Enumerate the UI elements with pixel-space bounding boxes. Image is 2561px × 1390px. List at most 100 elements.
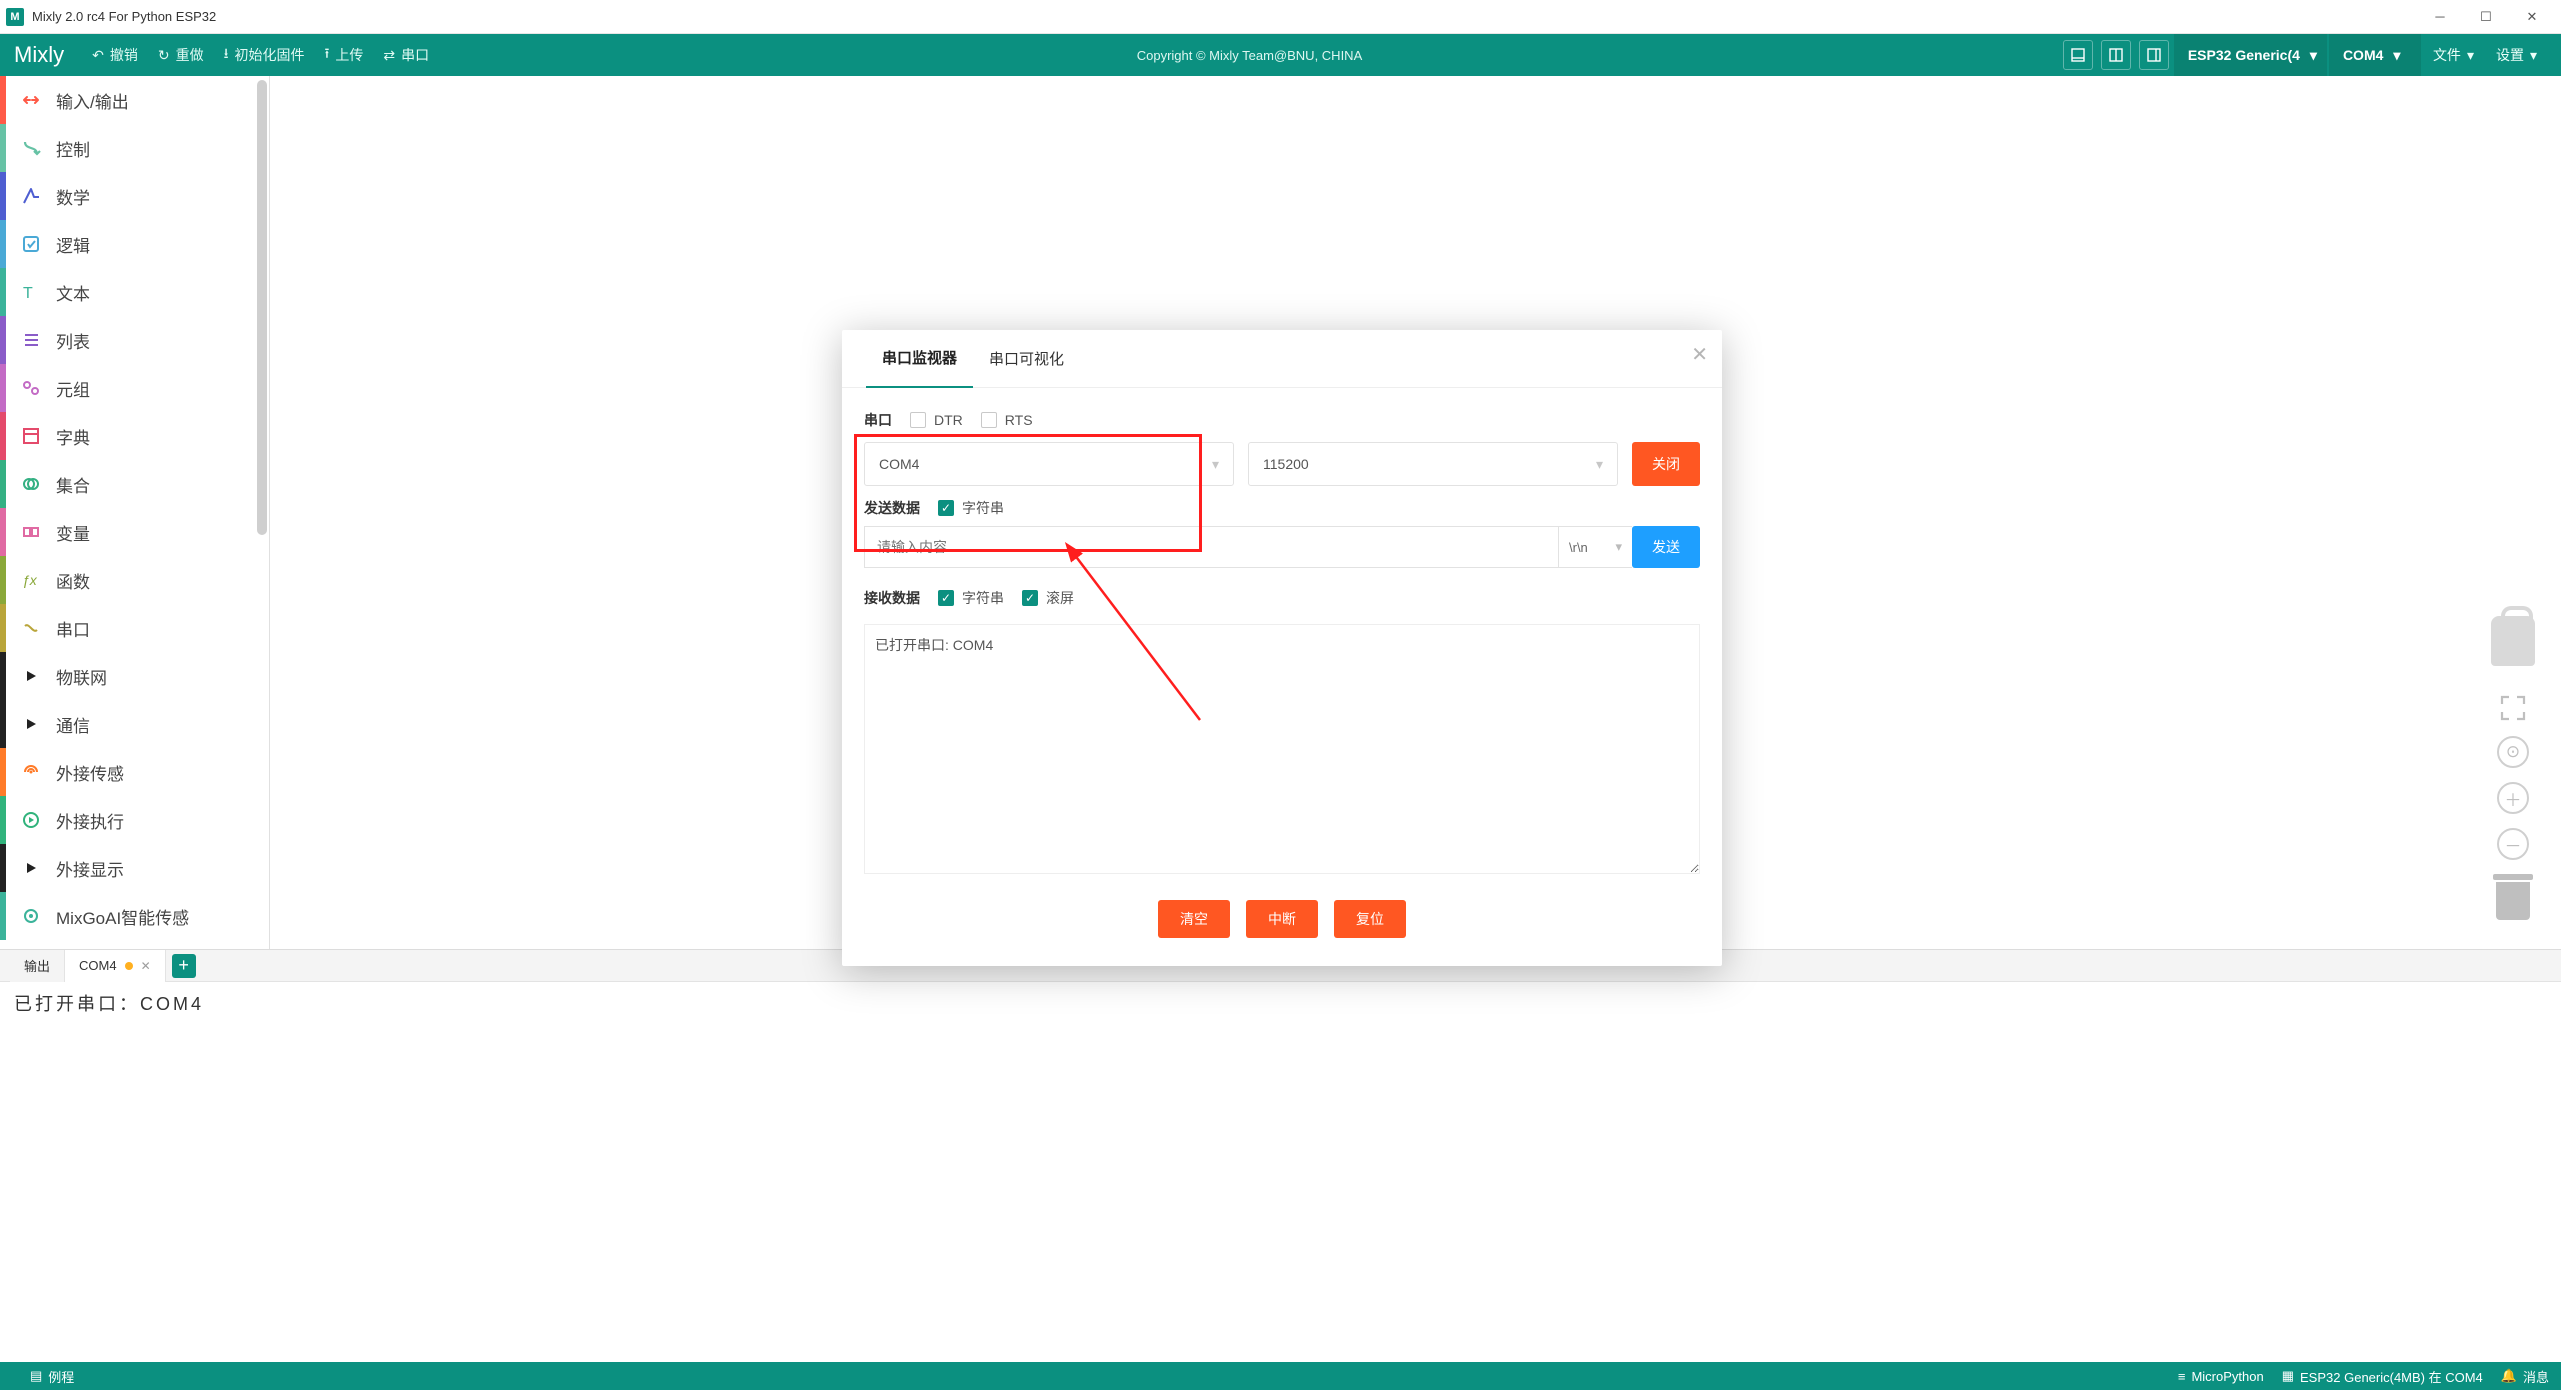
serial-button[interactable]: ⇄ 串口 bbox=[373, 34, 439, 76]
status-example-label: 例程 bbox=[48, 1367, 74, 1386]
upload-button[interactable]: ⭱ 上传 bbox=[314, 34, 373, 76]
receive-textarea[interactable]: 已打开串口: COM4 bbox=[864, 624, 1700, 874]
add-tab-button[interactable]: + bbox=[172, 954, 196, 978]
status-example[interactable]: ▤ 例程 bbox=[30, 1367, 74, 1386]
send-button[interactable]: 发送 bbox=[1632, 526, 1700, 568]
interrupt-button[interactable]: 中断 bbox=[1246, 900, 1318, 938]
trash-icon[interactable] bbox=[2493, 874, 2533, 920]
annotation-red-box bbox=[854, 434, 1202, 552]
dtr-checkbox[interactable]: DTR bbox=[910, 412, 963, 428]
rts-checkbox[interactable]: RTS bbox=[981, 412, 1033, 428]
zoom-in-button[interactable]: ＋ bbox=[2497, 782, 2529, 814]
category-tuple[interactable]: 元组 bbox=[0, 364, 269, 412]
settings-menu[interactable]: 设置 ▾ bbox=[2486, 45, 2547, 65]
redo-icon: ↻ bbox=[158, 47, 170, 64]
window-title: Mixly 2.0 rc4 For Python ESP32 bbox=[32, 9, 216, 24]
status-messages-label: 消息 bbox=[2523, 1367, 2549, 1386]
interrupt-label: 中断 bbox=[1268, 911, 1296, 927]
dialog-tab-visual[interactable]: 串口可视化 bbox=[973, 330, 1080, 388]
eol-select[interactable]: \r\n ▾ bbox=[1558, 526, 1632, 568]
category-label: 文本 bbox=[56, 280, 90, 305]
file-menu[interactable]: 文件 ▾ bbox=[2423, 45, 2484, 65]
category-logic[interactable]: 逻辑 bbox=[0, 220, 269, 268]
category-label: 串口 bbox=[56, 616, 90, 641]
recv-string-checkbox[interactable]: ✓ 字符串 bbox=[938, 588, 1004, 608]
baud-dropdown[interactable]: 115200 ▾ bbox=[1248, 442, 1618, 486]
category-icon bbox=[20, 137, 42, 159]
category-func[interactable]: ƒx函数 bbox=[0, 556, 269, 604]
category-label: 逻辑 bbox=[56, 232, 90, 257]
category-math[interactable]: 数学 bbox=[0, 172, 269, 220]
clear-button[interactable]: 清空 bbox=[1158, 900, 1230, 938]
window-close-button[interactable]: ✕ bbox=[2509, 1, 2555, 33]
category-tri[interactable]: 通信 bbox=[0, 700, 269, 748]
upload-icon: ⭱ bbox=[324, 43, 329, 67]
undo-button[interactable]: ↶ 撤销 bbox=[82, 34, 148, 76]
checkbox-checked-icon: ✓ bbox=[1022, 590, 1038, 606]
layout-icon-3[interactable] bbox=[2139, 40, 2169, 70]
category-label: 数学 bbox=[56, 184, 90, 209]
category-icon bbox=[20, 89, 42, 111]
close-port-button[interactable]: 关闭 bbox=[1632, 442, 1700, 486]
chevron-down-icon: ▾ bbox=[1212, 456, 1219, 473]
status-messages[interactable]: 🔔 消息 bbox=[2501, 1367, 2549, 1386]
redo-button[interactable]: ↻ 重做 bbox=[148, 34, 214, 76]
serial-label: 串口 bbox=[401, 45, 429, 65]
console-panel: 输出 COM4 ✕ + 已打开串口：COM4 bbox=[0, 949, 2561, 1362]
chevron-down-icon: ▾ bbox=[2310, 47, 2317, 64]
category-serial[interactable]: 串口 bbox=[0, 604, 269, 652]
category-dict[interactable]: 字典 bbox=[0, 412, 269, 460]
chevron-down-icon: ▾ bbox=[2467, 47, 2474, 64]
board-select[interactable]: ESP32 Generic(4 ▾ bbox=[2174, 34, 2327, 76]
app-logo-icon: M bbox=[6, 8, 24, 26]
category-label: 元组 bbox=[56, 376, 90, 401]
init-firmware-button[interactable]: ⭳ 初始化固件 bbox=[214, 34, 315, 76]
dialog-header: 串口监视器 串口可视化 ✕ bbox=[842, 330, 1722, 388]
category-ctrl[interactable]: 控制 bbox=[0, 124, 269, 172]
baud-dropdown-value: 115200 bbox=[1263, 456, 1309, 472]
dialog-tab-monitor[interactable]: 串口监视器 bbox=[866, 330, 973, 388]
category-tri[interactable]: 外接显示 bbox=[0, 844, 269, 892]
category-label: 外接传感 bbox=[56, 760, 124, 785]
backpack-icon[interactable] bbox=[2491, 616, 2535, 666]
chevron-down-icon: ▾ bbox=[2393, 47, 2400, 64]
status-dot-icon bbox=[125, 962, 133, 970]
layout-icon-1[interactable] bbox=[2063, 40, 2093, 70]
zoom-out-button[interactable]: － bbox=[2497, 828, 2529, 860]
send-button-label: 发送 bbox=[1652, 539, 1680, 555]
category-icon bbox=[20, 185, 42, 207]
category-text[interactable]: T文本 bbox=[0, 268, 269, 316]
center-target-button[interactable]: ⊙ bbox=[2497, 736, 2529, 768]
category-icon bbox=[20, 857, 42, 879]
window-maximize-button[interactable]: ☐ bbox=[2463, 1, 2509, 33]
dialog-tab-monitor-label: 串口监视器 bbox=[882, 347, 957, 368]
file-menu-label: 文件 bbox=[2433, 45, 2461, 65]
category-ai[interactable]: MixGoAI智能传感 bbox=[0, 892, 269, 940]
category-label: 通信 bbox=[56, 712, 90, 737]
category-sensor[interactable]: 外接传感 bbox=[0, 748, 269, 796]
category-set[interactable]: 集合 bbox=[0, 460, 269, 508]
tab-port[interactable]: COM4 ✕ bbox=[65, 950, 166, 982]
port-select[interactable]: COM4 ▾ bbox=[2329, 34, 2421, 76]
status-bar: ▤ 例程 ≡ MicroPython ▦ ESP32 Generic(4MB) … bbox=[0, 1362, 2561, 1390]
chevron-down-icon: ▾ bbox=[1596, 456, 1603, 473]
receive-text: 已打开串口: COM4 bbox=[875, 637, 993, 653]
category-io[interactable]: 输入/输出 bbox=[0, 76, 269, 124]
category-label: 字典 bbox=[56, 424, 90, 449]
tab-output[interactable]: 输出 bbox=[10, 950, 65, 982]
dialog-close-button[interactable]: ✕ bbox=[1691, 342, 1708, 367]
category-icon bbox=[20, 809, 42, 831]
category-exec[interactable]: 外接执行 bbox=[0, 796, 269, 844]
scroll-label: 滚屏 bbox=[1046, 588, 1074, 608]
category-list[interactable]: 列表 bbox=[0, 316, 269, 364]
port-label: 串口 bbox=[864, 410, 892, 430]
dialog-tab-visual-label: 串口可视化 bbox=[989, 348, 1064, 369]
window-minimize-button[interactable]: ─ bbox=[2417, 1, 2463, 33]
tab-close-icon[interactable]: ✕ bbox=[141, 959, 151, 973]
layout-icon-2[interactable] bbox=[2101, 40, 2131, 70]
category-tri[interactable]: 物联网 bbox=[0, 652, 269, 700]
scroll-checkbox[interactable]: ✓ 滚屏 bbox=[1022, 588, 1074, 608]
fullscreen-icon[interactable] bbox=[2499, 694, 2527, 722]
category-var[interactable]: 变量 bbox=[0, 508, 269, 556]
reset-button[interactable]: 复位 bbox=[1334, 900, 1406, 938]
